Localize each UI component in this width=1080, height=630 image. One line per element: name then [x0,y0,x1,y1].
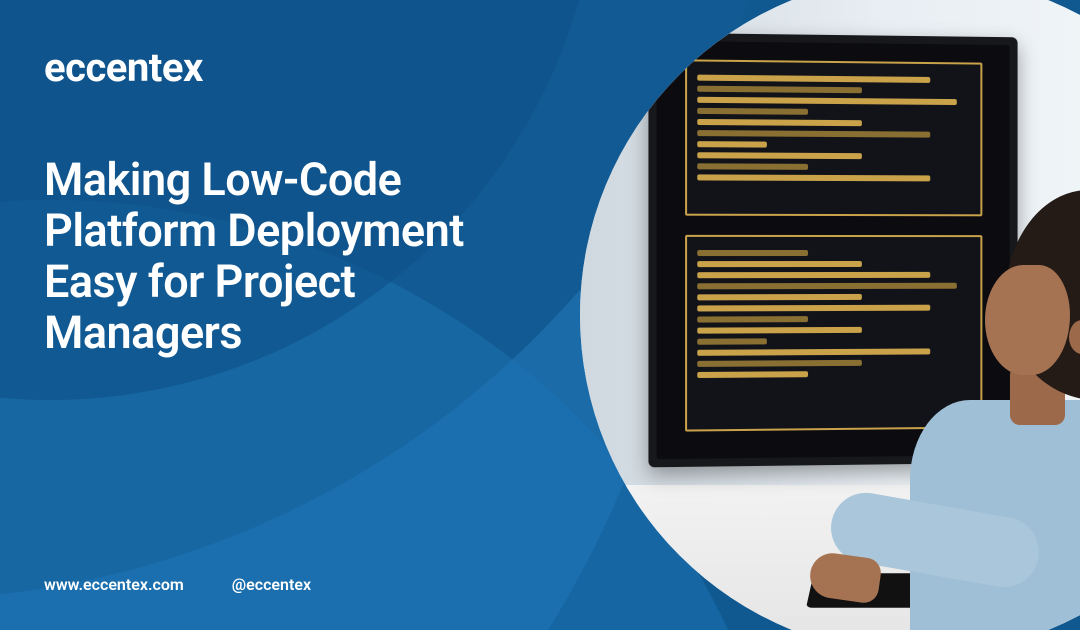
text-content: eccentex Making Low-Code Platform Deploy… [44,44,560,586]
social-handle: @eccentex [232,575,311,594]
headline: Making Low-Code Platform Deployment Easy… [44,155,560,358]
promo-card: eccentex Making Low-Code Platform Deploy… [0,0,1080,630]
footer: www.eccentex.com @eccentex [44,575,311,594]
person-face [985,265,1070,375]
hero-photo [580,0,1080,630]
brand-logo: eccentex [44,44,560,91]
website-text: www.eccentex.com [44,575,184,594]
person-figure [920,135,1080,630]
photo-scene [580,0,1080,630]
